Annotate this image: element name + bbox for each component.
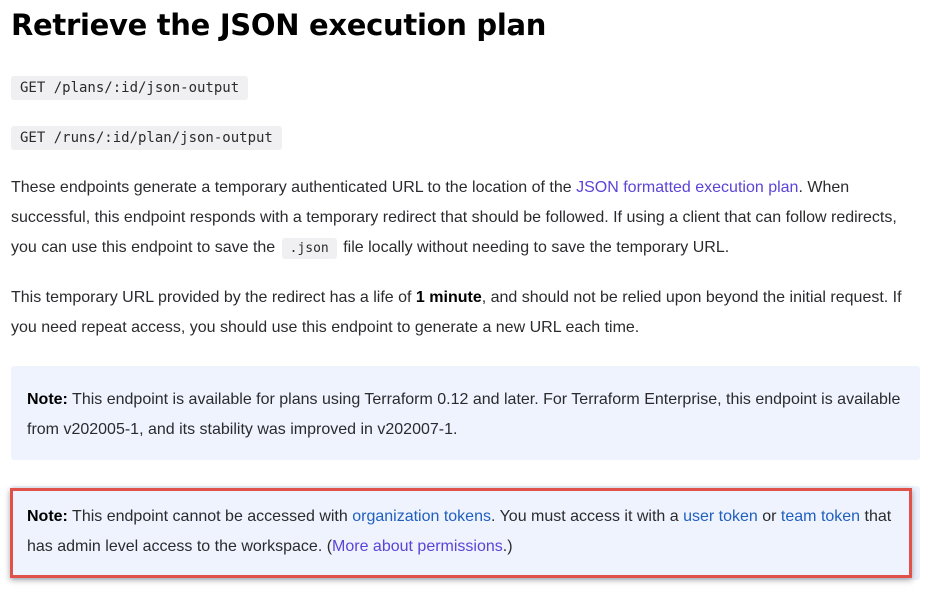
note-label: Note: [27, 508, 68, 525]
team-token-link[interactable]: team token [781, 508, 860, 525]
lifetime-value: 1 minute [415, 289, 482, 306]
more-about-permissions-link[interactable]: More about permissions [332, 538, 503, 555]
note-label: Note: [27, 391, 68, 408]
endpoint-runs-plan-json-output: GET /runs/:id/plan/json-output [11, 126, 282, 150]
url-lifetime-paragraph: This temporary URL provided by the redir… [11, 289, 902, 336]
endpoint-plans-json-output: GET /plans/:id/json-output [11, 76, 249, 100]
json-formatted-execution-plan-link[interactable]: JSON formatted execution plan [576, 179, 798, 196]
json-extension-code: .json [281, 238, 337, 259]
note-terraform-version: Note: This endpoint is available for pla… [11, 366, 920, 460]
note-token-access: Note: This endpoint cannot be accessed w… [11, 486, 920, 580]
organization-tokens-link[interactable]: organization tokens [352, 508, 491, 525]
description-paragraph: These endpoints generate a temporary aut… [11, 173, 921, 264]
user-token-link[interactable]: user token [683, 508, 758, 525]
page-title: Retrieve the JSON execution plan [11, 8, 547, 42]
